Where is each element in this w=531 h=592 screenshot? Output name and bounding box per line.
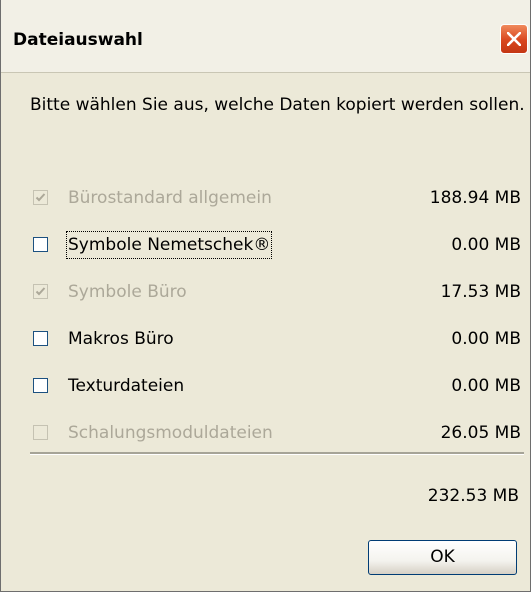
instruction-text: Bitte wählen Sie aus, welche Daten kopie… [30, 95, 525, 115]
file-item-symbole-buero: Symbole Büro 17.53 MB [33, 280, 521, 308]
checkbox-schalungsmoduldateien [33, 425, 48, 440]
dialog-title: Dateiauswahl [13, 30, 143, 50]
checkbox-buerostandard [33, 190, 48, 205]
checkbox-makros-buero[interactable] [33, 331, 48, 346]
file-item-size: 0.00 MB [451, 235, 521, 255]
ok-button[interactable]: OK [368, 540, 517, 575]
file-item-size: 0.00 MB [451, 376, 521, 396]
file-item-texturdateien[interactable]: Texturdateien 0.00 MB [33, 374, 521, 402]
file-item-size: 0.00 MB [451, 329, 521, 349]
checkbox-symbole-nemetschek[interactable] [33, 237, 48, 252]
file-item-label: Bürostandard allgemein [68, 188, 272, 208]
checkmark-icon [35, 287, 46, 296]
total-size: 232.53 MB [427, 486, 519, 506]
file-item-size: 17.53 MB [440, 282, 521, 302]
file-item-label: Schalungsmoduldateien [68, 423, 273, 443]
file-item-size: 26.05 MB [440, 423, 521, 443]
close-button[interactable] [500, 24, 528, 54]
file-item-size: 188.94 MB [429, 188, 521, 208]
checkbox-texturdateien[interactable] [33, 378, 48, 393]
file-item-makros-buero[interactable]: Makros Büro 0.00 MB [33, 327, 521, 355]
file-item-label[interactable]: Symbole Nemetschek® [65, 231, 273, 259]
file-item-symbole-nemetschek[interactable]: Symbole Nemetschek® 0.00 MB [33, 231, 521, 261]
checkmark-icon [35, 193, 46, 202]
file-item-label[interactable]: Texturdateien [68, 374, 184, 398]
file-item-buerostandard: Bürostandard allgemein 188.94 MB [33, 186, 521, 214]
file-item-schalungsmoduldateien: Schalungsmoduldateien 26.05 MB [33, 421, 521, 449]
close-icon [507, 32, 521, 46]
file-item-label[interactable]: Makros Büro [68, 327, 174, 351]
file-item-label: Symbole Büro [68, 282, 187, 302]
title-bar[interactable]: Dateiauswahl [1, 0, 530, 73]
checkbox-symbole-buero [33, 284, 48, 299]
separator-line [30, 452, 524, 455]
file-selection-dialog: Dateiauswahl Bitte wählen Sie aus, welch… [0, 0, 531, 592]
